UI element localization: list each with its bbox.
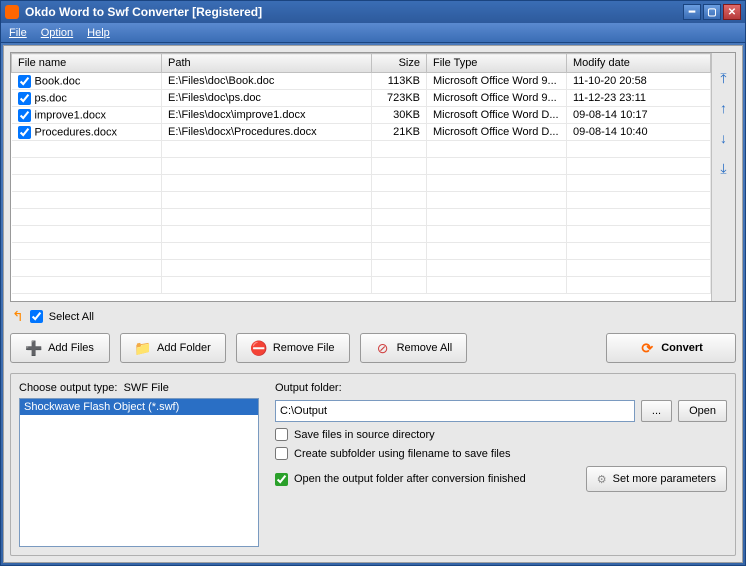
clear-icon: ⊘ (375, 340, 391, 356)
output-type-list[interactable]: Shockwave Flash Object (*.swf) (19, 398, 259, 547)
output-panel: Choose output type: SWF File Shockwave F… (10, 373, 736, 556)
output-folder-input[interactable] (275, 400, 635, 422)
output-folder-label: Output folder: (275, 382, 727, 394)
toolbar: ➕ Add Files 📁 Add Folder ⛔ Remove File ⊘… (10, 331, 736, 373)
table-row[interactable]: Book.docE:\Files\doc\Book.doc113KBMicros… (12, 73, 711, 90)
browse-folder-button[interactable]: ... (641, 400, 672, 422)
set-parameters-button[interactable]: ⚙ Set more parameters (586, 466, 727, 492)
titlebar: Okdo Word to Swf Converter [Registered] … (1, 1, 745, 23)
create-subfolder-checkbox[interactable] (275, 447, 288, 460)
content-area: File name Path Size File Type Modify dat… (3, 45, 743, 563)
table-row[interactable]: ps.docE:\Files\doc\ps.doc723KBMicrosoft … (12, 90, 711, 107)
table-row[interactable]: Procedures.docxE:\Files\docx\Procedures.… (12, 124, 711, 141)
save-in-source-label: Save files in source directory (294, 429, 435, 441)
menu-file[interactable]: File (9, 27, 27, 39)
minus-icon: ⛔ (251, 340, 267, 356)
create-subfolder-label: Create subfolder using filename to save … (294, 448, 510, 460)
col-path[interactable]: Path (162, 54, 372, 73)
open-folder-button[interactable]: Open (678, 400, 727, 422)
window-title: Okdo Word to Swf Converter [Registered] (25, 5, 683, 19)
app-window: Okdo Word to Swf Converter [Registered] … (0, 0, 746, 566)
remove-all-button[interactable]: ⊘ Remove All (360, 333, 468, 363)
folder-icon: 📁 (135, 340, 151, 356)
col-modifydate[interactable]: Modify date (567, 54, 711, 73)
select-all-checkbox[interactable] (30, 310, 43, 323)
col-size[interactable]: Size (372, 54, 427, 73)
save-in-source-checkbox[interactable] (275, 428, 288, 441)
open-after-checkbox[interactable] (275, 473, 288, 486)
row-checkbox[interactable] (18, 109, 31, 122)
menubar: File Option Help (1, 23, 745, 43)
remove-file-button[interactable]: ⛔ Remove File (236, 333, 350, 363)
move-up-button[interactable]: ↑ (716, 101, 732, 117)
row-checkbox[interactable] (18, 75, 31, 88)
close-button[interactable]: ✕ (723, 4, 741, 20)
choose-type-label: Choose output type: SWF File (19, 382, 259, 394)
file-grid[interactable]: File name Path Size File Type Modify dat… (11, 53, 711, 301)
menu-option[interactable]: Option (41, 27, 73, 39)
convert-button[interactable]: ⟳ Convert (606, 333, 736, 363)
add-folder-button[interactable]: 📁 Add Folder (120, 333, 226, 363)
menu-help[interactable]: Help (87, 27, 110, 39)
file-grid-container: File name Path Size File Type Modify dat… (10, 52, 736, 302)
up-folder-icon[interactable]: ↰ (12, 308, 24, 325)
plus-icon: ➕ (26, 340, 42, 356)
col-filetype[interactable]: File Type (427, 54, 567, 73)
move-bottom-button[interactable]: ⤓ (716, 161, 732, 177)
select-all-bar: ↰ Select All (10, 302, 736, 331)
gear-icon: ⚙ (597, 473, 607, 486)
output-type-box: Choose output type: SWF File Shockwave F… (19, 382, 259, 547)
convert-icon: ⟳ (639, 340, 655, 356)
select-all-label: Select All (49, 311, 94, 323)
table-row[interactable]: improve1.docxE:\Files\docx\improve1.docx… (12, 107, 711, 124)
type-item-swf[interactable]: Shockwave Flash Object (*.swf) (20, 399, 258, 415)
move-down-button[interactable]: ↓ (716, 131, 732, 147)
app-logo-icon (5, 5, 19, 19)
maximize-button[interactable]: ▢ (703, 4, 721, 20)
open-after-label: Open the output folder after conversion … (294, 473, 526, 485)
move-top-button[interactable]: ⤒ (716, 71, 732, 87)
add-files-button[interactable]: ➕ Add Files (10, 333, 110, 363)
row-checkbox[interactable] (18, 126, 31, 139)
col-filename[interactable]: File name (12, 54, 162, 73)
output-settings: Output folder: ... Open Save files in so… (275, 382, 727, 547)
minimize-button[interactable]: ━ (683, 4, 701, 20)
reorder-buttons: ⤒ ↑ ↓ ⤓ (711, 53, 735, 301)
row-checkbox[interactable] (18, 92, 31, 105)
